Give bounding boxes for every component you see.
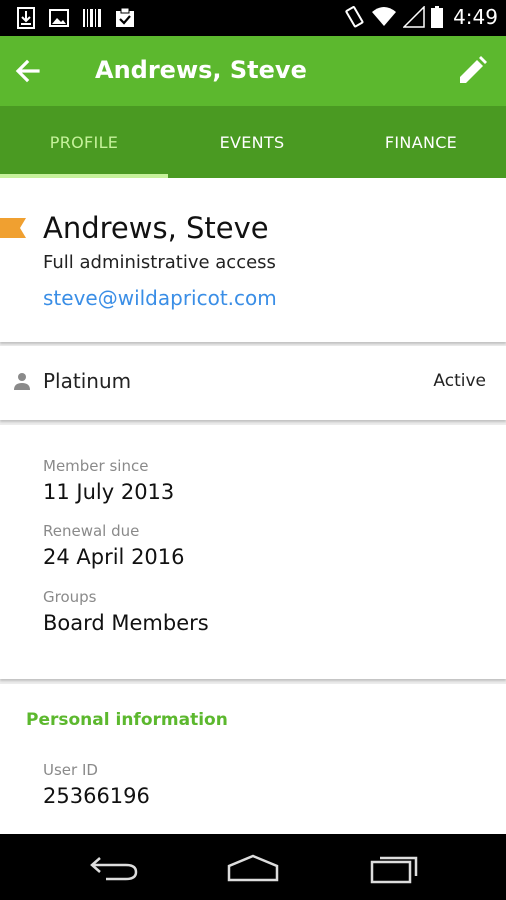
groups-value: Board Members xyxy=(43,611,209,635)
email-link[interactable]: steve@wildapricot.com xyxy=(43,286,277,310)
renewal-due-value: 24 April 2016 xyxy=(43,545,185,569)
app-bar: Andrews, Steve xyxy=(0,36,506,106)
clock: 4:49 xyxy=(453,5,498,29)
status-bar: 4:49 xyxy=(0,0,506,36)
user-id-value: 25366196 xyxy=(43,784,150,808)
system-nav-bar xyxy=(0,834,506,900)
personal-information-card: Personal information User ID 25366196 xyxy=(0,684,506,834)
flag-icon xyxy=(0,218,26,238)
barcode-icon xyxy=(83,9,101,27)
member-since-label: Member since xyxy=(43,457,149,475)
recents-nav-icon[interactable] xyxy=(368,852,424,884)
renewal-due-label: Renewal due xyxy=(43,522,140,540)
membership-level-name: Platinum xyxy=(43,369,132,393)
tab-bar: PROFILE EVENTS FINANCE xyxy=(0,106,506,178)
pencil-icon[interactable] xyxy=(456,55,488,87)
clipboard-check-icon xyxy=(116,7,134,27)
image-icon xyxy=(49,9,69,27)
tab-profile[interactable]: PROFILE xyxy=(0,106,168,178)
download-icon xyxy=(17,7,35,29)
membership-details-card: Member since 11 July 2013 Renewal due 24… xyxy=(0,425,506,679)
notification-icons xyxy=(16,7,135,29)
user-id-label: User ID xyxy=(43,761,98,779)
groups-label: Groups xyxy=(43,588,97,606)
membership-level-row[interactable]: Platinum Active xyxy=(0,346,506,420)
system-icons: 4:49 xyxy=(343,5,498,29)
contact-name: Andrews, Steve xyxy=(43,211,269,245)
section-title-personal-information: Personal information xyxy=(26,710,228,730)
arrow-back-icon[interactable] xyxy=(12,55,44,87)
tab-finance[interactable]: FINANCE xyxy=(336,106,506,178)
tab-events[interactable]: EVENTS xyxy=(168,106,336,178)
access-level: Full administrative access xyxy=(43,252,276,273)
profile-card: Andrews, Steve Full administrative acces… xyxy=(0,178,506,342)
wifi-icon xyxy=(372,7,397,26)
back-nav-icon[interactable] xyxy=(86,852,142,884)
signal-icon xyxy=(403,6,425,28)
person-icon xyxy=(14,373,30,390)
page-title: Andrews, Steve xyxy=(95,56,307,84)
membership-status: Active xyxy=(433,371,486,391)
home-nav-icon[interactable] xyxy=(225,852,281,884)
member-since-value: 11 July 2013 xyxy=(43,480,175,504)
battery-icon xyxy=(431,6,444,28)
vibrate-icon xyxy=(345,6,364,28)
